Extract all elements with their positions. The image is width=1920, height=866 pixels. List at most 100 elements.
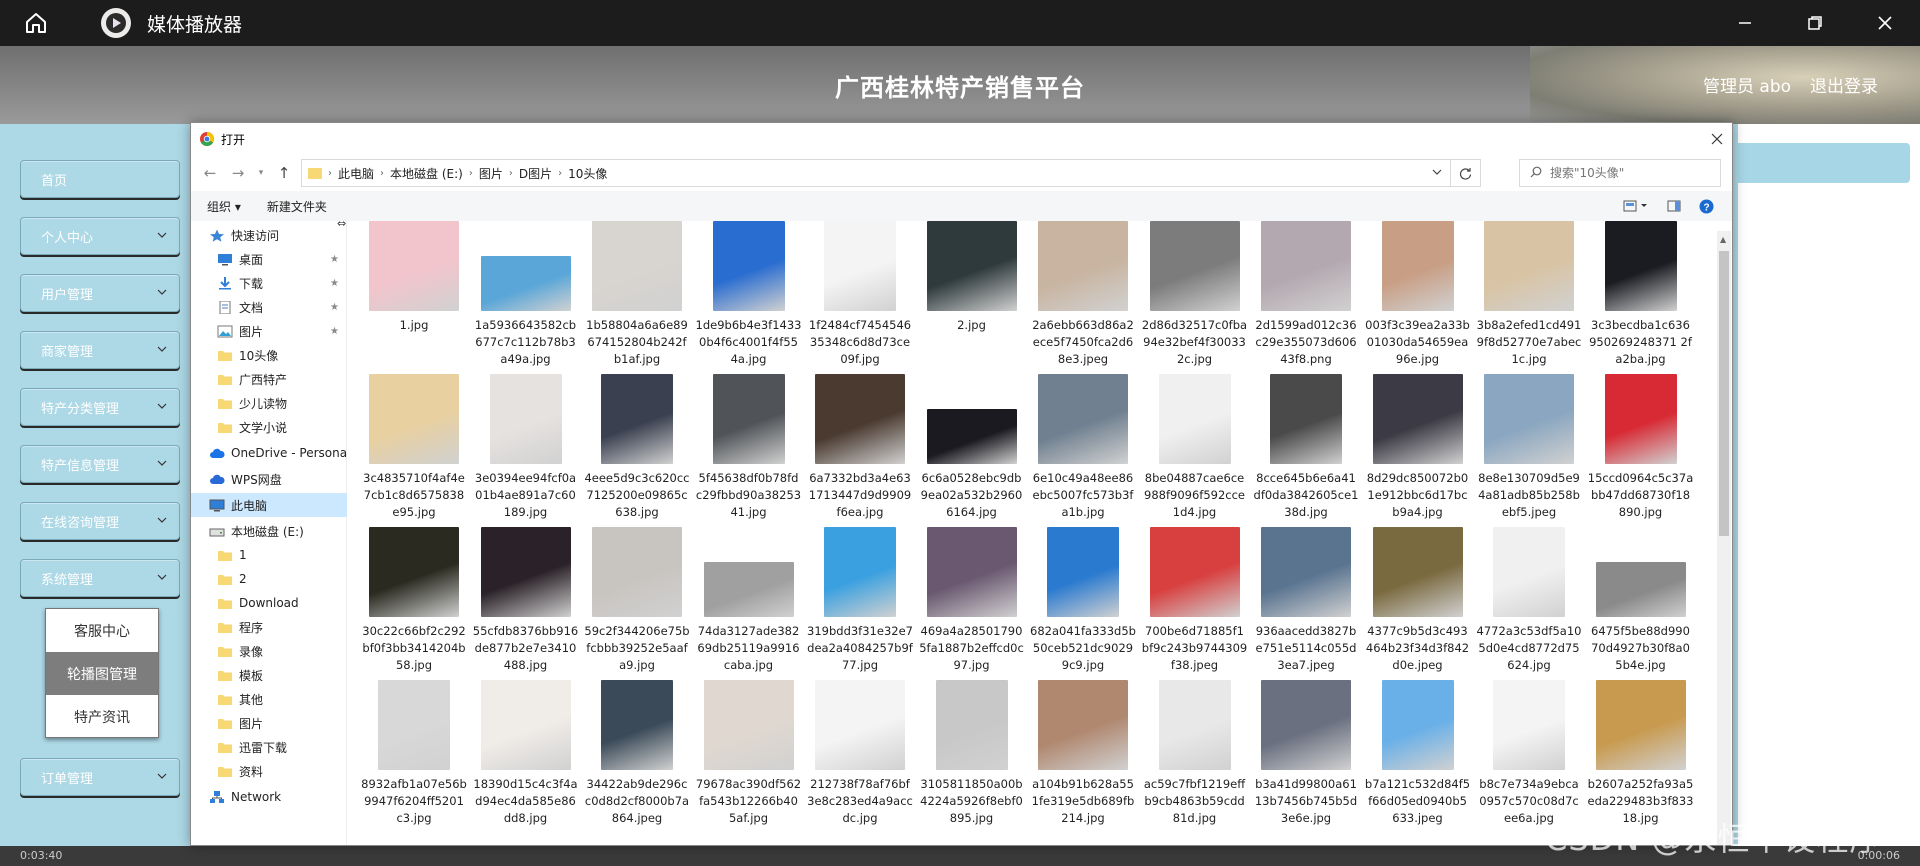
nav-item[interactable]: 10头像 [191, 343, 347, 367]
file-tile[interactable]: 1f2484cf745454635348c6d8d73ce09f.jpg [807, 221, 913, 373]
submenu-item-1[interactable]: 轮播图管理 [46, 652, 158, 695]
nav-item[interactable]: 下载 ★ [191, 271, 347, 295]
file-tile[interactable]: 30c22c66bf2c292bf0f3bb3414204b58.jpg [361, 527, 467, 679]
file-tile[interactable]: b7a121c532d84f5f66d05ed0940b5633.jpeg [1365, 680, 1471, 832]
scroll-up-icon[interactable]: ▲ [1720, 235, 1726, 244]
search-input[interactable] [1550, 166, 1710, 180]
sidebar-item-3[interactable]: 商家管理 [20, 331, 180, 369]
search-box[interactable] [1519, 159, 1721, 187]
nav-item[interactable]: 广西特产 [191, 367, 347, 391]
file-tile[interactable]: 3105811850a00b4224a5926f8ebf0895.jpg [919, 680, 1025, 832]
nav-item[interactable]: 1 [191, 543, 347, 567]
file-tile[interactable]: b8c7e734a9ebca0957c570c08d7cee6a.jpg [1476, 680, 1582, 832]
file-tile[interactable]: 8cce645b6e6a41df0da3842605ce138d.jpg [1253, 374, 1359, 526]
file-tile[interactable]: 1a5936643582cb677c7c112b78b3a49a.jpg [473, 221, 579, 373]
file-tile[interactable]: 469a4a285017905fa1887b2effcd0c97.jpg [919, 527, 1025, 679]
file-tile[interactable]: 2d1599ad012c36c29e355073d60643f8.png [1253, 221, 1359, 373]
file-tile[interactable]: 34422ab9de296cc0d8d2cf8000b7a864.jpeg [584, 680, 690, 832]
recent-dropdown-icon[interactable]: ▾ [255, 162, 267, 184]
sidebar-item-2[interactable]: 用户管理 [20, 274, 180, 312]
refresh-icon[interactable] [1450, 160, 1480, 186]
nav-item[interactable]: 快速访问 [191, 223, 347, 247]
file-tile[interactable]: 18390d15c4c3f4ad94ec4da585e86dd8.jpg [473, 680, 579, 832]
minimize-button[interactable] [1710, 0, 1780, 46]
submenu-item-2[interactable]: 特产资讯 [46, 695, 158, 738]
file-tile[interactable]: 8932afb1a07e56b9947f6204ff5201c3.jpg [361, 680, 467, 832]
address-bar[interactable]: › 此电脑 › 本地磁盘 (E:) › 图片 › D图片 › 10头像 [301, 159, 1481, 187]
nav-item[interactable]: 图片 ★ [191, 319, 347, 343]
file-tile[interactable]: 3c4835710f4af4e7cb1c8d6575838e95.jpg [361, 374, 467, 526]
sidebar-item-4[interactable]: 特产分类管理 [20, 388, 180, 426]
file-tile[interactable]: 8d29dc850072b01e912bbc6d17bcb9a4.jpg [1365, 374, 1471, 526]
file-tile[interactable]: 6a7332bd3a4e631713447d9d9909f6ea.jpg [807, 374, 913, 526]
breadcrumb-item[interactable]: 图片 [479, 165, 503, 182]
breadcrumb-item[interactable]: 本地磁盘 (E:) [390, 165, 463, 182]
submenu-item-0[interactable]: 客服中心 [46, 609, 158, 652]
file-tile[interactable]: 6475f5be88d99070d4927b30f8a05b4e.jpg [1588, 527, 1694, 679]
help-icon[interactable]: ? [1699, 199, 1714, 214]
nav-item[interactable]: 图片 [191, 711, 347, 735]
file-tile[interactable]: b3a41d99800a6113b7456b745b5d3e6e.jpg [1253, 680, 1359, 832]
nav-item[interactable]: 此电脑 [191, 493, 347, 517]
view-options-icon[interactable] [1623, 200, 1649, 212]
file-tile[interactable]: 212738f78af76bf3e8c283ed4a9accdc.jpg [807, 680, 913, 832]
breadcrumb-item[interactable]: 此电脑 [338, 165, 374, 182]
back-arrow-icon[interactable]: ← [199, 162, 221, 184]
close-button[interactable] [1850, 0, 1920, 46]
file-tile[interactable]: 1de9b6b4e3f14330b4f6c4001f4f554a.jpg [696, 221, 802, 373]
file-tile[interactable]: 682a041fa333d5b50ceb521dc90299c9.jpg [1030, 527, 1136, 679]
restore-button[interactable] [1780, 0, 1850, 46]
nav-item[interactable]: 其他 [191, 687, 347, 711]
file-tile[interactable]: 003f3c39ea2a33b01030da54659ea96e.jpg [1365, 221, 1471, 373]
file-tile[interactable]: 6e10c49a48ee86ebc5007fc573b3fa1b.jpg [1030, 374, 1136, 526]
nav-item[interactable]: Network [191, 785, 347, 809]
file-tile[interactable]: 6c6a0528ebc9db9ea02a532b29606164.jpg [919, 374, 1025, 526]
file-tile[interactable]: 8be04887cae6ce988f9096f592cce1d4.jpg [1142, 374, 1248, 526]
breadcrumb-separator-icon[interactable]: › [380, 168, 384, 179]
file-tile[interactable]: a104b91b628a551fe319e5db689fb214.jpg [1030, 680, 1136, 832]
file-tile[interactable]: 3e0394ee94fcf0a01b4ae891a7c60189.jpg [473, 374, 579, 526]
nav-item[interactable]: 模板 [191, 663, 347, 687]
file-tile[interactable]: 3b8a2efed1cd4919f8d52770e7abec1c.jpg [1476, 221, 1582, 373]
preview-pane-icon[interactable] [1667, 200, 1681, 212]
new-folder-button[interactable]: 新建文件夹 [267, 198, 327, 215]
forward-arrow-icon[interactable]: → [227, 162, 249, 184]
file-tile[interactable]: 700be6d71885f1bf9c243b9744309f38.jpeg [1142, 527, 1248, 679]
file-tile[interactable]: 1.jpg [361, 221, 467, 373]
file-tile[interactable]: ac59c7fbf1219effb9cb4863b59cdd81d.jpg [1142, 680, 1248, 832]
nav-item[interactable]: 文档 ★ [191, 295, 347, 319]
scrollbar-thumb[interactable] [1719, 251, 1729, 536]
file-tile[interactable]: 74da3127ade38269db25119a9916caba.jpg [696, 527, 802, 679]
nav-item[interactable]: 程序 [191, 615, 347, 639]
file-tile[interactable]: 5f45638df0b78fdc29fbbd90a3825341.jpg [696, 374, 802, 526]
file-tile[interactable]: 79678ac390df562fa543b12266b405af.jpg [696, 680, 802, 832]
sidebar-item-7[interactable]: 系统管理 [20, 559, 180, 597]
nav-item[interactable]: Download [191, 591, 347, 615]
address-dropdown-icon[interactable] [1432, 166, 1442, 180]
breadcrumb-separator-icon[interactable]: › [469, 168, 473, 179]
sidebar-item-1[interactable]: 个人中心 [20, 217, 180, 255]
vertical-scrollbar[interactable]: ▲ [1717, 231, 1731, 845]
nav-item[interactable]: OneDrive - Personal [191, 441, 347, 465]
nav-item[interactable]: 2 [191, 567, 347, 591]
breadcrumb-separator-icon[interactable]: › [509, 168, 513, 179]
dialog-close-icon[interactable] [1702, 123, 1732, 155]
file-tile[interactable]: 4eee5d9c3c620cc7125200e09865c638.jpg [584, 374, 690, 526]
nav-item[interactable]: 桌面 ★ [191, 247, 347, 271]
file-tile[interactable]: 2a6ebb663d86a2ece5f7450fca2d68e3.jpeg [1030, 221, 1136, 373]
nav-item[interactable]: WPS网盘 [191, 467, 347, 491]
file-tile[interactable]: 4772a3c53df5a105d0e4cd8772d75624.jpg [1476, 527, 1582, 679]
file-tile[interactable]: 15ccd0964c5c37abb47dd68730f18890.jpg [1588, 374, 1694, 526]
nav-item[interactable]: 本地磁盘 (E:) [191, 519, 347, 543]
sidebar-item-5[interactable]: 特产信息管理 [20, 445, 180, 483]
home-icon[interactable] [18, 5, 54, 41]
file-tile[interactable]: 936aacedd3827be751e5114c055d3ea7.jpeg [1253, 527, 1359, 679]
nav-item[interactable]: 文学小说 [191, 415, 347, 439]
file-tile[interactable]: 4377c9b5d3c493464b23f34d3f842d0e.jpeg [1365, 527, 1471, 679]
file-tile[interactable]: 1b58804a6a6e89674152804b242fb1af.jpg [584, 221, 690, 373]
sidebar-item-6[interactable]: 在线咨询管理 [20, 502, 180, 540]
logout-link[interactable]: 退出登录 [1810, 72, 1878, 97]
organize-button[interactable]: 组织 ▾ [207, 198, 241, 215]
nav-item[interactable]: 迅雷下载 [191, 735, 347, 759]
breadcrumb-item[interactable]: 10头像 [568, 165, 607, 182]
